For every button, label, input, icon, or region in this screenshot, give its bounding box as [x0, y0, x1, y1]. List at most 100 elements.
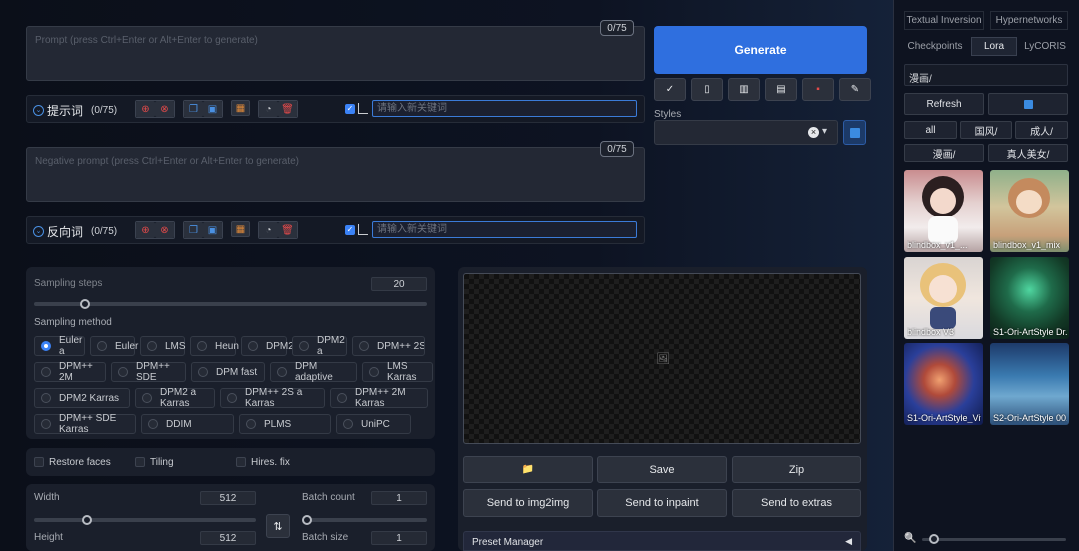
negative-tag-toggle[interactable]: ⌄ 反向词 (0/75) — [33, 223, 117, 240]
sampler-label: DPM++ SDE Karras — [59, 413, 117, 435]
batch-count-knob[interactable] — [302, 515, 312, 525]
restore-faces-checkbox[interactable] — [34, 457, 44, 467]
zip-button[interactable]: Zip — [732, 456, 861, 483]
open-folder-button[interactable]: 📁 — [463, 456, 593, 483]
filter-guofeng[interactable]: 国风/ — [960, 121, 1012, 139]
lora-card[interactable]: S1-Ori-ArtStyle Dr... — [990, 257, 1069, 339]
copy-icon[interactable]: ❐ — [184, 222, 203, 238]
style-tool-icon[interactable]: ▥ — [728, 78, 760, 101]
refresh-button[interactable]: Refresh — [904, 93, 984, 115]
sampler-dpmpp-sde[interactable]: DPM++ SDE — [111, 361, 186, 383]
sampler-lms[interactable]: LMS — [140, 336, 186, 356]
tab-textual-inversion[interactable]: Textual Inversion — [904, 11, 984, 30]
bookmark-icon[interactable]: ▣ — [203, 222, 222, 238]
filter-real-beauty[interactable]: 真人美女/ — [988, 144, 1068, 162]
sampler-dpmpp-sde-karras[interactable]: DPM++ SDE Karras — [34, 413, 136, 435]
translate-icon[interactable]: ▦ — [231, 100, 250, 116]
preset-manager-header[interactable]: Preset Manager ◀ — [463, 531, 861, 551]
sampler-dpmpp-2m-karras[interactable]: DPM++ 2M Karras — [330, 387, 428, 409]
magic-icon[interactable]: ✎ — [839, 78, 871, 101]
lora-card[interactable]: S2-Ori-ArtStyle 00... — [990, 343, 1069, 425]
swap-dimensions-button[interactable]: ⇅ — [266, 514, 290, 538]
batch-count-input[interactable]: 1 — [371, 491, 427, 505]
trash-tool-icon[interactable]: ▯ — [691, 78, 723, 101]
lora-card[interactable]: S1-Ori-ArtStyle_Vif... — [904, 343, 983, 425]
width-input[interactable]: 512 — [200, 491, 256, 505]
lora-card[interactable]: blindbox_v1_... — [904, 170, 983, 252]
sampler-dpm2[interactable]: DPM2 — [241, 336, 294, 356]
copy-icon[interactable]: ❐ — [184, 101, 203, 117]
zoom-slider[interactable] — [922, 538, 1066, 541]
hires-fix-checkbox[interactable] — [236, 457, 246, 467]
styles-apply-button[interactable] — [843, 120, 866, 145]
globe-icon[interactable]: ⊕ — [136, 222, 155, 238]
save-style-icon[interactable]: ▪ — [802, 78, 834, 101]
radio-dot — [299, 341, 309, 351]
lora-card[interactable]: blindbox V3 — [904, 257, 983, 339]
history-icon[interactable]: ◔ — [259, 101, 278, 117]
trash-icon[interactable]: 🗑 — [278, 222, 297, 238]
check-icon[interactable]: ✓ — [654, 78, 686, 101]
prompt-tag-toggle[interactable]: ⌄ 提示词 (0/75) — [33, 102, 117, 119]
width-knob[interactable] — [82, 515, 92, 525]
sampler-ddim[interactable]: DDIM — [141, 414, 234, 434]
lora-card[interactable]: blindbox_v1_mix — [990, 170, 1069, 252]
tab-hypernetworks[interactable]: Hypernetworks — [990, 11, 1068, 30]
save-button[interactable]: Save — [597, 456, 727, 483]
send-to-inpaint-button[interactable]: Send to inpaint — [597, 489, 727, 517]
lora-search-input[interactable]: 漫画/ — [904, 64, 1068, 86]
sampler-plms[interactable]: PLMS — [239, 414, 331, 434]
negative-prompt-textarea[interactable]: Negative prompt (press Ctrl+Enter or Alt… — [26, 147, 645, 202]
sampler-lms-karras[interactable]: LMS Karras — [362, 361, 433, 383]
history-icon[interactable]: ◔ — [259, 222, 278, 238]
filter-all[interactable]: all — [904, 121, 957, 139]
globe-icon[interactable]: ⊕ — [136, 101, 155, 117]
width-slider[interactable] — [34, 518, 256, 522]
negative-tag-input[interactable]: 请输入新关键词 — [372, 221, 637, 238]
sampler-dpm-fast[interactable]: DPM fast — [191, 362, 265, 382]
globe-alt-icon[interactable]: ⊗ — [155, 222, 174, 238]
clipboard-icon[interactable]: ▤ — [765, 78, 797, 101]
sampler-dpm2-a-karras[interactable]: DPM2 a Karras — [135, 387, 215, 409]
translate-icon[interactable]: ▦ — [231, 221, 250, 237]
tab-lycoris[interactable]: LyCORIS — [1022, 37, 1068, 56]
sampler-dpmpp-2s-a-karras[interactable]: DPM++ 2S a Karras — [220, 387, 325, 409]
sampling-steps-label: Sampling steps — [34, 278, 103, 289]
negative-tag-input-icon — [358, 224, 368, 235]
trash-icon[interactable]: 🗑 — [278, 101, 297, 117]
sampler-dpmpp-2m[interactable]: DPM++ 2M — [34, 361, 106, 383]
globe-alt-icon[interactable]: ⊗ — [155, 101, 174, 117]
sampler-dpm2-a[interactable]: DPM2 a — [292, 335, 347, 357]
send-to-extras-button[interactable]: Send to extras — [732, 489, 861, 517]
sampling-steps-slider[interactable] — [34, 302, 427, 306]
send-to-img2img-button[interactable]: Send to img2img — [463, 489, 593, 517]
tab-checkpoints[interactable]: Checkpoints — [904, 37, 966, 56]
batch-size-input[interactable]: 1 — [371, 531, 427, 545]
filter-adult[interactable]: 成人/ — [1015, 121, 1068, 139]
sampler-euler[interactable]: Euler — [90, 336, 138, 356]
generate-button[interactable]: Generate — [654, 26, 867, 74]
batch-count-slider[interactable] — [302, 518, 427, 522]
refresh-cards-button[interactable] — [988, 93, 1068, 115]
prompt-textarea[interactable]: Prompt (press Ctrl+Enter or Alt+Enter to… — [26, 26, 645, 81]
sampler-dpmpp-2s-a[interactable]: DPM++ 2S a — [352, 336, 425, 356]
tab-lora[interactable]: Lora — [971, 37, 1017, 56]
chevron-down-icon: ⌄ — [33, 226, 44, 237]
tiling-checkbox[interactable] — [135, 457, 145, 467]
height-input[interactable]: 512 — [200, 531, 256, 545]
sampler-dpm2-karras[interactable]: DPM2 Karras — [34, 388, 130, 408]
sampler-label: DPM fast — [216, 366, 258, 378]
sampling-steps-input[interactable]: 20 — [371, 277, 427, 291]
sampler-heun[interactable]: Heun — [190, 336, 239, 356]
sampler-unipc[interactable]: UniPC — [336, 414, 411, 434]
bookmark-icon[interactable]: ▣ — [203, 101, 222, 117]
clear-icon[interactable]: × — [808, 127, 819, 138]
styles-dropdown[interactable]: × ▾ — [654, 120, 838, 145]
negative-tag-checkbox[interactable]: ✓ — [345, 225, 355, 235]
prompt-tag-input[interactable]: 请输入新关键词 — [372, 100, 637, 117]
sampler-dpm-adaptive[interactable]: DPM adaptive — [270, 361, 357, 383]
prompt-tag-checkbox[interactable]: ✓ — [345, 104, 355, 114]
sampler-euler-a[interactable]: Euler a — [34, 335, 85, 357]
filter-manga[interactable]: 漫画/ — [904, 144, 984, 162]
output-image-area[interactable]: 🖼 — [463, 273, 861, 444]
